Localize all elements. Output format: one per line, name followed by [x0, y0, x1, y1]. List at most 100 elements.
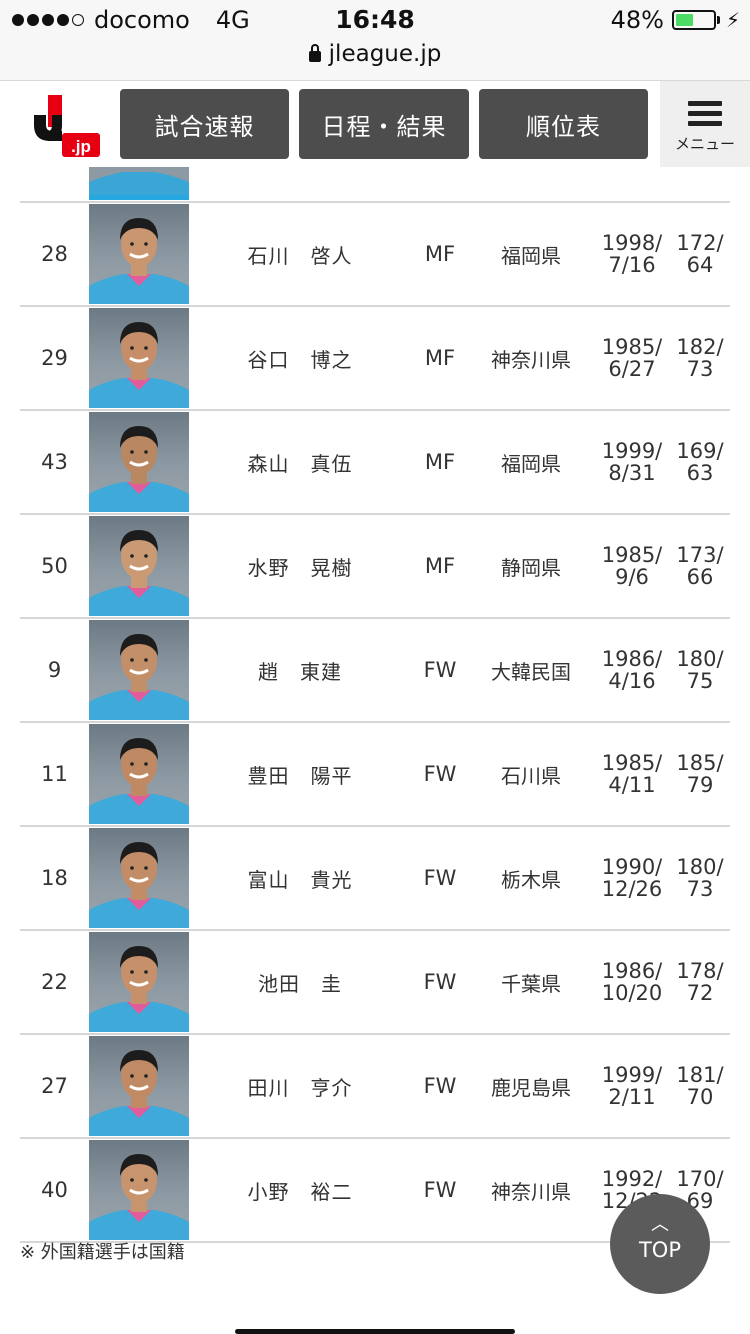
player-weight: 72: [686, 981, 714, 1005]
scroll-top-button[interactable]: ︿ TOP: [610, 1194, 710, 1294]
nav-schedule-button[interactable]: 日程・結果: [299, 89, 469, 159]
player-name[interactable]: 水野 晃樹: [220, 515, 380, 617]
player-hometown: 神奈川県: [491, 1179, 571, 1204]
battery-status: 48% ⚡: [611, 6, 740, 34]
birth-year: 1986/: [601, 647, 663, 671]
player-height-weight: 178/72: [670, 931, 730, 1033]
player-position: FW: [423, 866, 457, 890]
player-number: 29: [41, 346, 68, 370]
player-name[interactable]: 池田 圭: [220, 931, 380, 1033]
player-number: 43: [41, 450, 68, 474]
player-height-weight: 172/64: [670, 203, 730, 305]
player-position: FW: [423, 1074, 457, 1098]
player-hometown: 静岡県: [501, 555, 561, 580]
status-bar: docomo 4G 16:48 48% ⚡ jleague.jp: [0, 0, 750, 81]
table-row[interactable]: 43 森山 真伍 MF 福岡県 1999/8/31 169/63: [20, 411, 730, 515]
birth-day: 12/26: [601, 877, 663, 901]
charging-icon: ⚡: [725, 8, 740, 32]
player-photo: [89, 828, 189, 928]
table-row[interactable]: 9趙 東建 FW 大韓民国 1986/4/16 180/75: [20, 619, 730, 723]
birth-year: 1999/: [601, 1063, 663, 1087]
player-photo: [89, 1036, 189, 1136]
player-position: FW: [423, 658, 457, 682]
nav-live-button[interactable]: 試合速報: [120, 89, 289, 159]
birth-year: 1998/: [601, 231, 663, 255]
player-height: 182/: [676, 335, 724, 359]
birth-year: 1990/: [601, 855, 663, 879]
jleague-logo[interactable]: .jp: [34, 95, 100, 157]
birth-day: 8/31: [608, 461, 656, 485]
table-row[interactable]: 27 田川 亨介 FW 鹿児島県 1999/2/11 181/70: [20, 1035, 730, 1139]
player-birthdate: 1990/12/26: [594, 827, 670, 929]
chevron-up-icon: ︿: [651, 1214, 669, 1235]
player-height-weight: 180/73: [670, 827, 730, 929]
player-position: MF: [424, 554, 456, 578]
player-photo: [89, 308, 189, 408]
player-name[interactable]: 富山 貴光: [220, 827, 380, 929]
player-number: 50: [41, 554, 68, 578]
player-weight: 70: [686, 1085, 714, 1109]
birth-year: 1999/: [601, 439, 663, 463]
player-photo: [89, 412, 189, 512]
player-position: FW: [423, 1178, 457, 1202]
player-weight: 73: [686, 357, 714, 381]
player-height-weight: 181/70: [670, 1035, 730, 1137]
player-height: 169/: [676, 439, 724, 463]
nav-standings-button[interactable]: 順位表: [479, 89, 648, 159]
player-name[interactable]: 田川 亨介: [220, 1035, 380, 1137]
footnote: ※ 外国籍選手は国籍: [20, 1242, 185, 1263]
logo-text: .jp: [71, 137, 91, 156]
player-weight: 63: [686, 461, 714, 485]
player-birthdate: 1986/10/20: [594, 931, 670, 1033]
player-height-weight: 180/75: [670, 619, 730, 721]
player-photo: [89, 1140, 189, 1240]
player-name[interactable]: 小野 裕二: [220, 1139, 380, 1241]
player-number: 11: [41, 762, 68, 786]
player-name[interactable]: 豊田 陽平: [220, 723, 380, 825]
player-height: 173/: [676, 543, 724, 567]
menu-button[interactable]: メニュー: [660, 81, 750, 167]
player-photo: [89, 932, 189, 1032]
table-row[interactable]: 28 石川 啓人 MF 福岡県 1998/7/16 172/64: [20, 203, 730, 307]
player-height-weight: 185/79: [670, 723, 730, 825]
player-weight: 75: [686, 669, 714, 693]
hamburger-icon: [688, 101, 722, 131]
menu-label: メニュー: [674, 135, 735, 153]
player-photo: [89, 516, 189, 616]
player-name[interactable]: 趙 東建: [220, 619, 380, 721]
birth-day: 4/16: [608, 669, 656, 693]
table-row[interactable]: 22 池田 圭 FW 千葉県 1986/10/20 178/72: [20, 931, 730, 1035]
player-birthdate: 1999/8/31: [594, 411, 670, 513]
player-hometown: 石川県: [501, 763, 561, 788]
url-bar[interactable]: jleague.jp: [0, 41, 750, 67]
player-height: 180/: [676, 647, 724, 671]
birth-year: 1985/: [601, 335, 663, 359]
player-birthdate: 1999/2/11: [594, 1035, 670, 1137]
player-name[interactable]: 石川 啓人: [220, 203, 380, 305]
player-height: 170/: [676, 1167, 724, 1191]
player-hometown: 鹿児島県: [491, 1075, 571, 1100]
birth-day: 9/6: [615, 565, 649, 589]
player-height-weight: 169/63: [670, 411, 730, 513]
player-number: 18: [41, 866, 68, 890]
site-header: .jp 試合速報 日程・結果 順位表 メニュー: [0, 81, 750, 167]
table-row[interactable]: 29 谷口 博之 MF 神奈川県 1985/6/27 182/73: [20, 307, 730, 411]
player-birthdate: 1985/9/6: [594, 515, 670, 617]
player-hometown: 大韓民国: [491, 659, 571, 684]
player-birthdate: 1985/6/27: [594, 307, 670, 409]
player-number: 40: [41, 1178, 68, 1202]
player-position: FW: [423, 970, 457, 994]
player-name[interactable]: 森山 真伍: [220, 411, 380, 513]
player-hometown: 栃木県: [501, 867, 561, 892]
table-row[interactable]: 50 水野 晃樹 MF 静岡県 1985/9/6 173/66: [20, 515, 730, 619]
player-birthdate: 1998/7/16: [594, 203, 670, 305]
player-photo: [89, 724, 189, 824]
player-height-weight: 182/73: [670, 307, 730, 409]
table-row[interactable]: 11 豊田 陽平 FW 石川県 1985/4/11 185/79: [20, 723, 730, 827]
player-name[interactable]: 谷口 博之: [220, 307, 380, 409]
birth-day: 10/20: [601, 981, 663, 1005]
birth-year: 1992/: [601, 1167, 663, 1191]
birth-year: 1985/: [601, 751, 663, 775]
player-photo: [89, 620, 189, 720]
table-row[interactable]: 18 富山 貴光 FW 栃木県 1990/12/26 180/73: [20, 827, 730, 931]
